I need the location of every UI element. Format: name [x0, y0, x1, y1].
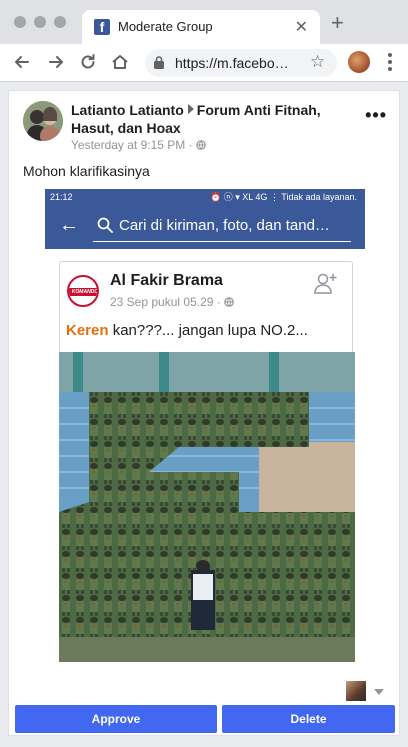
- caption-rest: kan???... jangan lupa NO.2...: [108, 322, 308, 339]
- phone-time: 21:12: [50, 192, 73, 202]
- phone-search-underline: [93, 241, 351, 242]
- shared-post-caption: Keren kan???... jangan lupa NO.2...: [66, 322, 308, 339]
- phone-back-icon: ←: [59, 214, 79, 236]
- delete-button[interactable]: Delete: [222, 705, 395, 733]
- url-text: https://m.facebo…: [175, 55, 289, 71]
- address-bar[interactable]: https://m.facebo…: [145, 49, 337, 77]
- shared-post-meta: 23 Sep pukul 05.29 ·: [110, 295, 234, 309]
- meta-separator: ·: [185, 138, 196, 152]
- forward-icon[interactable]: [46, 52, 66, 72]
- attached-screenshot-image[interactable]: 21:12 ⏰ ⓝ ▾ XL 4G ⋮ Tidak ada layanan. ←…: [45, 189, 365, 669]
- post-options-icon[interactable]: •••: [365, 105, 387, 126]
- acting-profile-avatar: [346, 681, 366, 701]
- phone-search-placeholder: Cari di kiriman, foto, dan tand…: [119, 217, 330, 234]
- shared-post-card: KOMANDO Al Fakir Brama 23 Sep pukul 05.2…: [59, 261, 355, 662]
- author-avatar[interactable]: [23, 101, 63, 141]
- post-text: Mohon klarifikasinya: [23, 163, 150, 179]
- page-logo: KOMANDO: [67, 275, 99, 307]
- posted-in-arrow-icon: [187, 104, 194, 114]
- avatar-photo-icon: [23, 101, 63, 141]
- facebook-favicon-icon: f: [94, 19, 110, 35]
- home-icon[interactable]: [110, 52, 130, 72]
- browser-titlebar: f Moderate Group ✕ +: [0, 0, 408, 44]
- add-friend-icon: [314, 273, 337, 294]
- page-content: Latianto Latianto Forum Anti Fitnah, Hasu…: [0, 82, 408, 747]
- caption-keyword: Keren: [66, 322, 109, 339]
- phone-status-icons: ⏰ ⓝ ▾ XL 4G ⋮ Tidak ada layanan.: [210, 192, 357, 202]
- caret-down-icon: [374, 689, 384, 695]
- post-meta: Yesterday at 9:15 PM ·: [71, 138, 206, 152]
- shared-globe-icon: [224, 297, 234, 307]
- browser-menu-icon[interactable]: [388, 53, 394, 74]
- browser-toolbar: https://m.facebo… ☆: [0, 44, 408, 82]
- author-name[interactable]: Latianto Latianto: [71, 102, 184, 118]
- page-logo-text: KOMANDO: [71, 289, 99, 295]
- profile-avatar-icon[interactable]: [348, 51, 370, 73]
- browser-tab[interactable]: f Moderate Group ✕: [82, 10, 320, 44]
- post-timestamp[interactable]: Yesterday at 9:15 PM: [71, 138, 185, 152]
- new-tab-icon[interactable]: +: [331, 12, 344, 34]
- shared-page-name: Al Fakir Brama: [110, 272, 223, 289]
- maximize-window-dot[interactable]: [54, 16, 66, 28]
- tab-title: Moderate Group: [118, 19, 213, 34]
- minimize-window-dot[interactable]: [34, 16, 46, 28]
- lock-icon: [154, 56, 164, 69]
- back-icon[interactable]: [12, 52, 32, 72]
- approve-button[interactable]: Approve: [15, 705, 217, 733]
- close-window-dot[interactable]: [14, 16, 26, 28]
- photo-illustration: [59, 352, 355, 662]
- pending-post-card: Latianto Latianto Forum Anti Fitnah, Hasu…: [8, 90, 400, 736]
- phone-search-icon: [97, 217, 113, 233]
- phone-status-bar: 21:12 ⏰ ⓝ ▾ XL 4G ⋮ Tidak ada layanan.: [45, 189, 365, 205]
- post-header: Latianto Latianto Forum Anti Fitnah, Hasu…: [71, 101, 363, 137]
- tab-close-icon[interactable]: ✕: [295, 17, 308, 37]
- phone-search-bar: ← Cari di kiriman, foto, dan tand…: [45, 205, 365, 249]
- soldiers-formation-photo: [59, 352, 355, 662]
- reload-icon[interactable]: [78, 52, 98, 72]
- globe-icon: [196, 140, 206, 150]
